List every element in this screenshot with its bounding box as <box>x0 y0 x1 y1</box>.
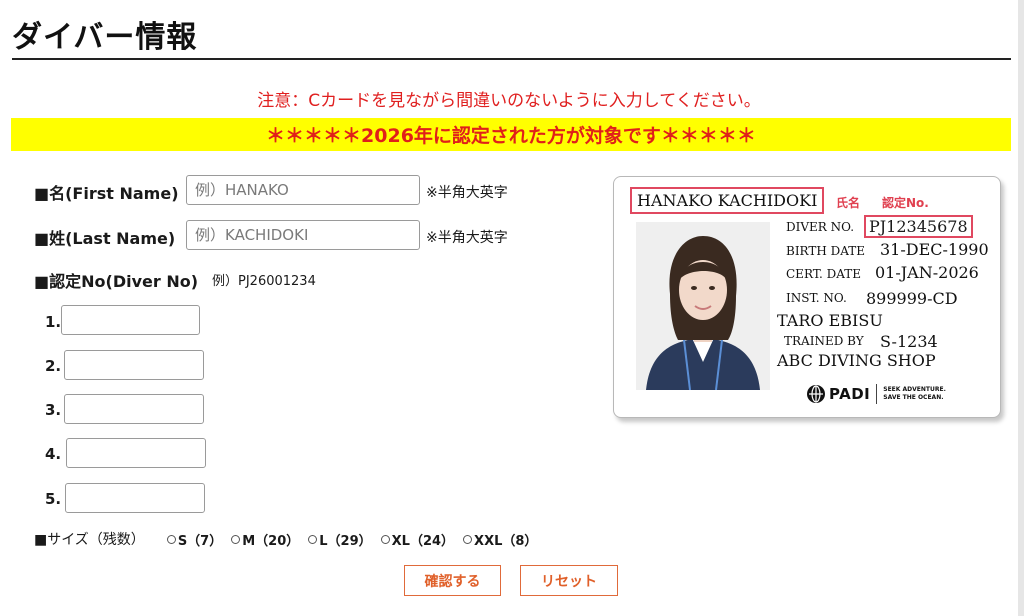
diver-no-label: ■認定No(Diver No) <box>34 272 199 291</box>
card-diver-no: PJ12345678 <box>864 215 973 238</box>
last-name-input[interactable] <box>186 220 420 250</box>
diver-no-input-1[interactable] <box>61 305 200 335</box>
reset-button[interactable]: リセット <box>520 565 618 596</box>
card-cert-label: CERT. DATE <box>786 267 862 281</box>
size-option-s[interactable]: S（7） <box>166 530 222 549</box>
target-banner: ＊＊＊＊＊2026年に認定された方が対象です＊＊＊＊＊ <box>11 118 1011 151</box>
radio-s[interactable] <box>166 534 176 544</box>
card-cert-tag: 認定No. <box>882 196 929 210</box>
radio-xxl[interactable] <box>463 534 473 544</box>
card-name: HANAKO KACHIDOKI <box>630 187 825 214</box>
padi-globe-icon <box>807 385 825 403</box>
padi-divider <box>876 384 878 404</box>
card-inst: 899999-CD <box>866 289 958 308</box>
size-option-m[interactable]: M（20） <box>231 530 299 549</box>
card-diver-no-label: DIVER NO. <box>786 220 855 234</box>
page-edge <box>1018 0 1024 616</box>
card-birth-label: BIRTH DATE <box>786 244 866 258</box>
diver-no-input-3[interactable] <box>64 394 204 424</box>
confirm-button[interactable]: 確認する <box>404 565 501 596</box>
last-name-label: ■姓(Last Name) <box>34 229 176 248</box>
size-label: ■サイズ（残数） <box>34 532 145 548</box>
diver-no-input-4[interactable] <box>66 438 206 468</box>
card-cert: 01-JAN-2026 <box>875 263 979 282</box>
first-name-note: ※半角大英字 <box>426 185 508 201</box>
diver-photo <box>636 222 770 390</box>
card-birth: 31-DEC-1990 <box>880 240 989 259</box>
first-name-label: ■名(First Name) <box>34 184 179 203</box>
radio-m[interactable] <box>231 534 241 544</box>
diver-no-index-2: 2. <box>45 357 62 375</box>
padi-wordmark: PADI <box>829 385 871 403</box>
padi-logo: PADI SEEK ADVENTURE. SAVE THE OCEAN. <box>806 384 946 404</box>
card-trained-label: TRAINED BY <box>784 334 864 348</box>
diver-no-index-3: 3. <box>45 401 62 419</box>
diver-no-input-2[interactable] <box>64 350 204 380</box>
card-inst-label: INST. NO. <box>786 291 847 305</box>
radio-xl[interactable] <box>380 534 390 544</box>
diver-no-index-5: 5. <box>45 490 62 508</box>
diver-no-input-5[interactable] <box>65 483 205 513</box>
radio-l[interactable] <box>308 534 318 544</box>
size-option-xxl[interactable]: XXL（8） <box>463 530 537 549</box>
padi-tagline: SEEK ADVENTURE. SAVE THE OCEAN. <box>883 386 946 401</box>
diver-no-example: 例）PJ26001234 <box>212 274 316 289</box>
card-instructor: TARO EBISU <box>777 311 883 330</box>
title-divider <box>12 58 1011 60</box>
size-option-l[interactable]: L（29） <box>308 530 372 549</box>
sample-c-card: HANAKO KACHIDOKI 氏名 認定No. DIVER NO. PJ12… <box>613 176 1001 418</box>
diver-no-index-4: 4. <box>45 445 62 463</box>
card-shop: ABC DIVING SHOP <box>777 351 936 370</box>
card-trained: S-1234 <box>880 332 938 351</box>
diver-no-index-1: 1. <box>45 313 62 331</box>
size-option-xl[interactable]: XL（24） <box>380 530 454 549</box>
card-name-tag: 氏名 <box>836 196 861 210</box>
notice-text: 注意：Cカードを見ながら間違いのないように入力してください。 <box>257 91 761 111</box>
page: ダイバー情報 注意：Cカードを見ながら間違いのないように入力してください。 ＊＊… <box>0 0 1018 616</box>
page-title: ダイバー情報 <box>12 20 198 55</box>
size-selector: ■サイズ（残数） S（7） M（20） L（29） XL（24） XXL（8） <box>34 529 546 549</box>
diver-photo-illustration <box>636 222 770 390</box>
first-name-input[interactable] <box>186 175 420 205</box>
last-name-note: ※半角大英字 <box>426 230 508 246</box>
